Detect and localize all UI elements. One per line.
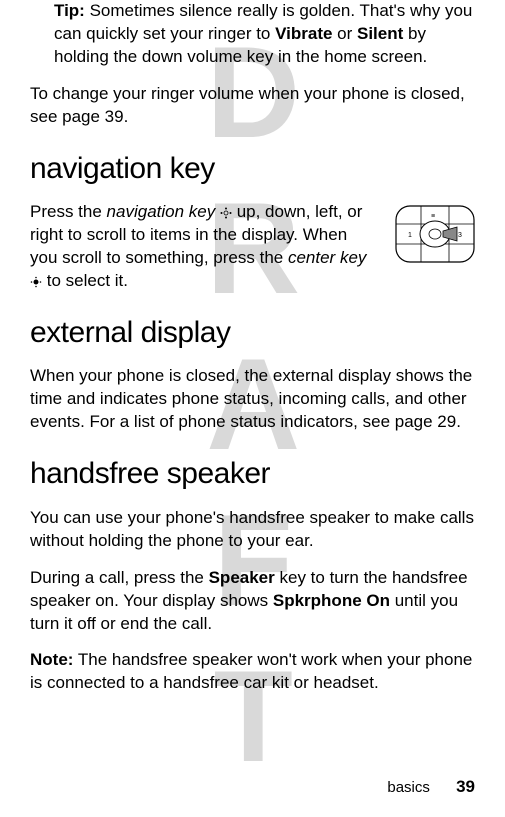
external-display-heading: external display: [30, 313, 475, 354]
note-paragraph: Note: The handsfree speaker won't work w…: [30, 649, 475, 695]
svg-text:≡: ≡: [431, 213, 435, 220]
navigation-section: Press the navigation key up, down, left,…: [30, 201, 475, 293]
navigation-heading: navigation key: [30, 149, 475, 190]
nav-key-glyph: [215, 202, 236, 221]
ringer-paragraph: To change your ringer volume when your p…: [30, 83, 475, 129]
tip-text-2: or: [332, 24, 357, 43]
note-label: Note:: [30, 650, 73, 669]
nav-text-1: Press the: [30, 202, 107, 221]
hf2-text-1: During a call, press the: [30, 568, 209, 587]
handsfree-heading: handsfree speaker: [30, 454, 475, 495]
tip-label: Tip:: [54, 1, 85, 20]
silent-label: Silent: [357, 24, 403, 43]
navigation-key-term: navigation key: [107, 202, 216, 221]
nav-text-3: to select it.: [47, 271, 128, 290]
svg-text:1: 1: [408, 232, 412, 239]
tip-paragraph: Tip: Sometimes silence really is golden.…: [30, 0, 475, 69]
page-content: Tip: Sometimes silence really is golden.…: [30, 0, 475, 695]
center-key-term: center key: [288, 248, 366, 267]
note-text: The handsfree speaker won't work when yo…: [30, 650, 472, 692]
external-display-paragraph: When your phone is closed, the external …: [30, 365, 475, 434]
handsfree-paragraph-1: You can use your phone's handsfree speak…: [30, 507, 475, 553]
spkrphone-on-label: Spkrphone On: [273, 591, 390, 610]
svg-text:3: 3: [458, 232, 462, 239]
center-key-glyph: [30, 271, 47, 290]
vibrate-label: Vibrate: [275, 24, 332, 43]
handsfree-paragraph-2: During a call, press the Speaker key to …: [30, 567, 475, 636]
footer-section-name: basics: [387, 779, 430, 796]
navigation-keypad-icon: 1 3 ≡: [395, 205, 475, 263]
page-number: 39: [456, 777, 475, 796]
speaker-key-label: Speaker: [209, 568, 275, 587]
page-footer: basics 39: [387, 776, 475, 799]
